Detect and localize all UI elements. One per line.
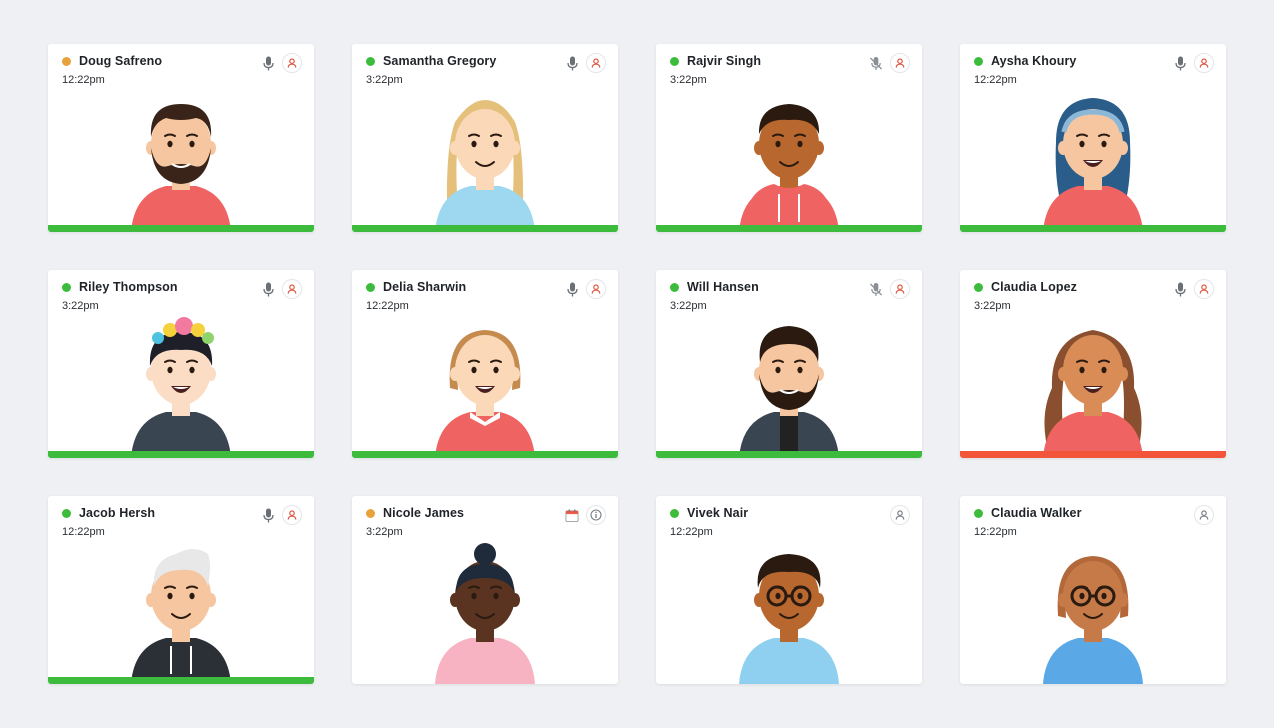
avatar: [48, 308, 314, 458]
speaking-indicator-bar: [656, 225, 922, 232]
presence-status-dot: [62, 508, 71, 518]
participant-tile-claudia-lopez[interactable]: Claudia Lopez 3:22pm: [960, 270, 1226, 458]
participant-name: Claudia Walker: [991, 506, 1082, 520]
presence-status-dot: [62, 282, 71, 292]
avatar: [352, 82, 618, 232]
participant-tile-vivek-nair[interactable]: Vivek Nair 12:22pm: [656, 496, 922, 684]
participant-name: Delia Sharwin: [383, 280, 467, 294]
avatar: [960, 534, 1226, 684]
presence-status-dot: [62, 56, 71, 66]
avatar: [656, 308, 922, 458]
presence-status-dot: [974, 508, 983, 518]
participant-tile-doug-safreno[interactable]: Doug Safreno 12:22pm: [48, 44, 314, 232]
participant-tile-rajvir-singh[interactable]: Rajvir Singh 3:22pm: [656, 44, 922, 232]
person-icon[interactable]: [282, 53, 302, 73]
person-icon[interactable]: [890, 53, 910, 73]
participant-tile-will-hansen[interactable]: Will Hansen 3:22pm: [656, 270, 922, 458]
avatar: [48, 82, 314, 232]
microphone-icon[interactable]: [565, 55, 579, 71]
microphone-muted-icon[interactable]: [869, 55, 883, 71]
person-icon[interactable]: [282, 279, 302, 299]
person-icon[interactable]: [586, 53, 606, 73]
participant-name: Will Hansen: [687, 280, 759, 294]
avatar: [48, 534, 314, 684]
participant-name: Samantha Gregory: [383, 54, 497, 68]
avatar: [352, 534, 618, 684]
info-icon[interactable]: [586, 505, 606, 525]
participant-tile-claudia-walker[interactable]: Claudia Walker 12:22pm: [960, 496, 1226, 684]
person-icon[interactable]: [1194, 505, 1214, 525]
avatar: [960, 82, 1226, 232]
speaking-indicator-bar: [960, 451, 1226, 458]
presence-status-dot: [670, 56, 679, 66]
participant-name: Jacob Hersh: [79, 506, 156, 520]
participant-name: Vivek Nair: [687, 506, 749, 520]
presence-status-dot: [670, 508, 679, 518]
participant-name: Riley Thompson: [79, 280, 178, 294]
presence-status-dot: [366, 282, 375, 292]
presence-status-dot: [366, 508, 375, 518]
microphone-icon[interactable]: [261, 281, 275, 297]
person-icon[interactable]: [586, 279, 606, 299]
person-icon[interactable]: [282, 505, 302, 525]
avatar: [352, 308, 618, 458]
person-icon[interactable]: [890, 505, 910, 525]
participant-tile-jacob-hersh[interactable]: Jacob Hersh 12:22pm: [48, 496, 314, 684]
speaking-indicator-bar: [352, 451, 618, 458]
participant-tile-samantha-gregory[interactable]: Samantha Gregory 3:22pm: [352, 44, 618, 232]
presence-status-dot: [366, 56, 375, 66]
speaking-indicator-bar: [656, 451, 922, 458]
participant-grid: Doug Safreno 12:22pm Samantha Gregory 3:…: [48, 44, 1226, 684]
participant-name: Rajvir Singh: [687, 54, 762, 68]
participant-tile-nicole-james[interactable]: Nicole James 3:22pm: [352, 496, 618, 684]
speaking-indicator-bar: [352, 225, 618, 232]
microphone-muted-icon[interactable]: [869, 281, 883, 297]
participant-name: Aysha Khoury: [991, 54, 1077, 68]
microphone-icon[interactable]: [1173, 55, 1187, 71]
person-icon[interactable]: [890, 279, 910, 299]
participant-name: Nicole James: [383, 506, 465, 520]
presence-status-dot: [670, 282, 679, 292]
speaking-indicator-bar: [48, 225, 314, 232]
microphone-icon[interactable]: [565, 281, 579, 297]
avatar: [960, 308, 1226, 458]
avatar: [656, 82, 922, 232]
presence-status-dot: [974, 56, 983, 66]
avatar: [656, 534, 922, 684]
microphone-icon[interactable]: [261, 507, 275, 523]
presence-status-dot: [974, 282, 983, 292]
participant-name: Doug Safreno: [79, 54, 163, 68]
participant-name: Claudia Lopez: [991, 280, 1078, 294]
participant-tile-delia-sharwin[interactable]: Delia Sharwin 12:22pm: [352, 270, 618, 458]
speaking-indicator-bar: [960, 225, 1226, 232]
person-icon[interactable]: [1194, 53, 1214, 73]
person-icon[interactable]: [1194, 279, 1214, 299]
speaking-indicator-bar: [48, 451, 314, 458]
calendar-icon[interactable]: [565, 507, 579, 523]
participant-tile-aysha-khoury[interactable]: Aysha Khoury 12:22pm: [960, 44, 1226, 232]
microphone-icon[interactable]: [261, 55, 275, 71]
speaking-indicator-bar: [48, 677, 314, 684]
microphone-icon[interactable]: [1173, 281, 1187, 297]
participant-tile-riley-thompson[interactable]: Riley Thompson 3:22pm: [48, 270, 314, 458]
